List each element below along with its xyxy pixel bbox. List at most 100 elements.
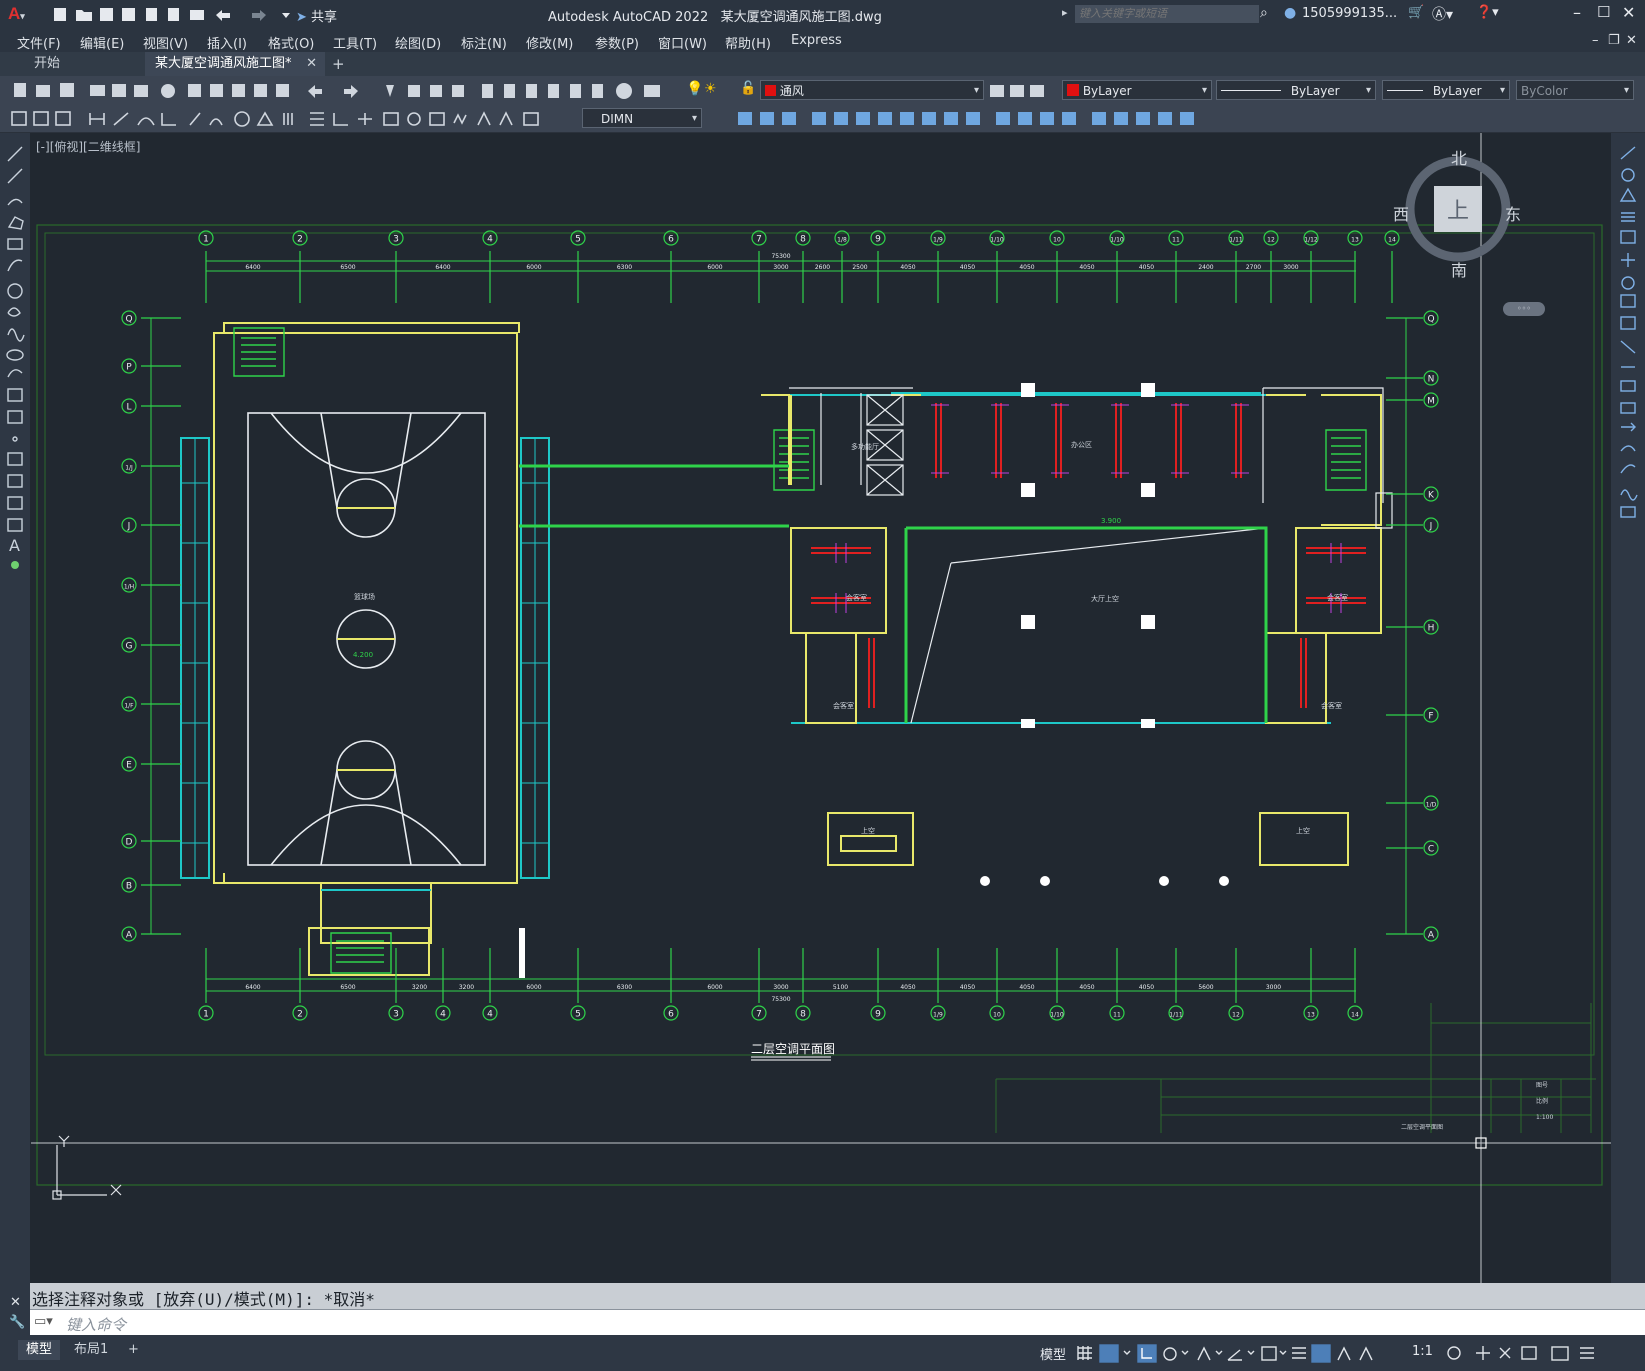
help-icon[interactable]: ❓▾: [1476, 5, 1499, 20]
right-axis-label: N: [1428, 375, 1435, 385]
svg-text:会客室: 会客室: [833, 701, 854, 710]
model-space-button[interactable]: 模型: [1040, 1344, 1066, 1363]
standard-tool-icons[interactable]: [10, 81, 680, 101]
wcs-menu[interactable]: ◦◦◦: [1503, 302, 1545, 316]
command-prompt-icon[interactable]: ▭▾: [34, 1314, 53, 1329]
lineweight-dropdown[interactable]: ByLayer ▾: [1382, 80, 1510, 100]
plotstyle-dropdown[interactable]: ByColor ▾: [1516, 80, 1634, 100]
wrench-icon[interactable]: 🔧: [9, 1315, 25, 1330]
viewcube-south[interactable]: 南: [1451, 257, 1467, 281]
right-axis-label: J: [1429, 522, 1433, 532]
draw-tool-icons[interactable]: A: [6, 143, 26, 703]
tab-start[interactable]: 开始: [24, 52, 70, 76]
menu-help[interactable]: 帮助(H): [725, 33, 771, 52]
menu-dimension[interactable]: 标注(N): [461, 33, 507, 52]
annotation-visibility-icon: [1311, 1344, 1331, 1363]
add-layout-button[interactable]: +: [120, 1340, 147, 1360]
command-input-area[interactable]: ▭▾ 键入命令: [30, 1309, 1645, 1336]
menu-format[interactable]: 格式(O): [268, 33, 314, 52]
command-history-text: 选择注释对象或 [放弃(U)/模式(M)]: *取消*: [32, 1290, 375, 1309]
dimension-tool-icons[interactable]: [10, 109, 580, 129]
menu-parametric[interactable]: 参数(P): [595, 33, 639, 52]
bottom-dimension: 5100: [833, 984, 848, 991]
status-right-icons[interactable]: [1440, 1344, 1640, 1364]
menu-view[interactable]: 视图(V): [143, 33, 188, 52]
menu-bar: 文件(F) 编辑(E) 视图(V) 插入(I) 格式(O) 工具(T) 绘图(D…: [0, 29, 1645, 52]
top-axis-label: 6: [668, 235, 674, 245]
menu-file[interactable]: 文件(F): [17, 33, 61, 52]
svg-text:A: A: [9, 536, 20, 555]
layer-tool-icons[interactable]: [988, 81, 1048, 101]
tab-model[interactable]: 模型: [18, 1340, 61, 1360]
autocad-logo-icon[interactable]: A▾: [8, 4, 25, 24]
bottom-dimension: 6300: [617, 984, 632, 991]
user-account[interactable]: 1505999135...: [1302, 6, 1397, 21]
viewcube[interactable]: 北 南 西 东 上: [1393, 149, 1521, 280]
svg-text:会客室: 会客室: [1321, 701, 1342, 710]
dimension-toolbar: DIMN ▾: [0, 104, 1645, 133]
bottom-dimension: 4050: [1019, 984, 1034, 991]
tab-document[interactable]: 某大厦空调通风施工图* ✕: [145, 52, 325, 76]
menu-edit[interactable]: 编辑(E): [80, 33, 124, 52]
chevron-down-icon: ▾: [691, 113, 697, 124]
bottom-axis-label: 4: [487, 1010, 493, 1020]
isolate-icon: [1499, 1347, 1511, 1359]
top-axis-label: 1/10: [990, 237, 1004, 244]
modify-tool-icons[interactable]: [706, 109, 1216, 129]
search-icon[interactable]: ⌕: [1260, 5, 1268, 21]
sun-icon[interactable]: ☀: [704, 81, 717, 97]
right-axis-label: M: [1427, 397, 1435, 407]
viewcube-top-face[interactable]: 上: [1447, 193, 1469, 225]
user-icon: ●: [1284, 5, 1297, 21]
linetype-dropdown[interactable]: ByLayer ▾: [1216, 80, 1376, 100]
command-line-grip[interactable]: ✕ 🔧: [0, 1283, 30, 1335]
viewcube-east[interactable]: 东: [1505, 201, 1521, 225]
chevron-down-icon: ▾: [1365, 85, 1371, 96]
menu-insert[interactable]: 插入(I): [207, 33, 247, 52]
color-dropdown[interactable]: ByLayer ▾: [1062, 80, 1212, 100]
bottom-dimension: 4050: [900, 984, 915, 991]
search-expand-icon[interactable]: ▸: [1062, 6, 1068, 19]
doc-minimize-button[interactable]: –: [1592, 33, 1599, 48]
drawing-canvas[interactable]: 二层空调平面图 图号 比例 1:100 篮球场 大厅上空 多功能厅 办公区 会客…: [31, 133, 1611, 1283]
autodesk-app-icon[interactable]: Ⓐ▾: [1432, 4, 1453, 24]
left-axis-label: B: [126, 882, 132, 892]
menu-express[interactable]: Express: [791, 33, 842, 48]
right-axis-label: C: [1428, 845, 1434, 855]
lock-icon[interactable]: 🔓: [740, 81, 756, 96]
viewport-controls-label[interactable]: [-][俯视][二维线框]: [36, 138, 140, 155]
doc-restore-button[interactable]: ❐: [1608, 33, 1620, 48]
share-button[interactable]: ➤ 共享: [296, 6, 337, 25]
svg-text:会客室: 会客室: [846, 593, 867, 602]
svg-text:会客室: 会客室: [1327, 593, 1348, 602]
maximize-button[interactable]: ☐: [1597, 3, 1610, 21]
file-tab-bar: 开始 某大厦空调通风施工图* ✕ +: [0, 52, 1645, 76]
command-input[interactable]: 键入命令: [66, 1314, 126, 1335]
minimize-button[interactable]: –: [1573, 3, 1581, 22]
quick-access-toolbar[interactable]: [54, 6, 304, 24]
new-tab-button[interactable]: +: [322, 52, 355, 76]
menu-draw[interactable]: 绘图(D): [395, 33, 441, 52]
bottom-axis-grid: 1 2 3 4 4 5 6 7 8 9 1/9 10 1/10 11 1/11 12 13 146400 6500 3…: [198, 948, 1363, 1021]
menu-tools[interactable]: 工具(T): [333, 33, 377, 52]
cart-icon[interactable]: 🛒: [1408, 5, 1424, 20]
tab-close-icon[interactable]: ✕: [306, 52, 317, 76]
tab-layout1[interactable]: 布局1: [66, 1340, 116, 1360]
doc-close-button[interactable]: ✕: [1626, 33, 1637, 48]
menu-window[interactable]: 窗口(W): [658, 33, 707, 52]
svg-text:图号: 图号: [1536, 1082, 1548, 1089]
layer-dropdown[interactable]: 通风 ▾: [760, 80, 984, 100]
help-search-input[interactable]: [1075, 5, 1259, 23]
menu-modify[interactable]: 修改(M): [526, 33, 573, 52]
dimstyle-dropdown[interactable]: DIMN ▾: [582, 108, 702, 128]
viewcube-north[interactable]: 北: [1451, 145, 1467, 169]
annotation-scale[interactable]: 1:1: [1412, 1344, 1433, 1362]
lightbulb-icon[interactable]: 💡: [686, 81, 703, 97]
plot-icon: [190, 10, 204, 20]
right-axis-grid: Q N M K J H F 1/D C A: [1386, 310, 1439, 942]
close-icon[interactable]: ✕: [10, 1295, 21, 1310]
viewcube-west[interactable]: 西: [1393, 201, 1409, 225]
top-axis-label: 1/8: [837, 237, 847, 244]
close-button[interactable]: ✕: [1622, 3, 1635, 22]
modify-palette-icons[interactable]: [1619, 143, 1639, 543]
